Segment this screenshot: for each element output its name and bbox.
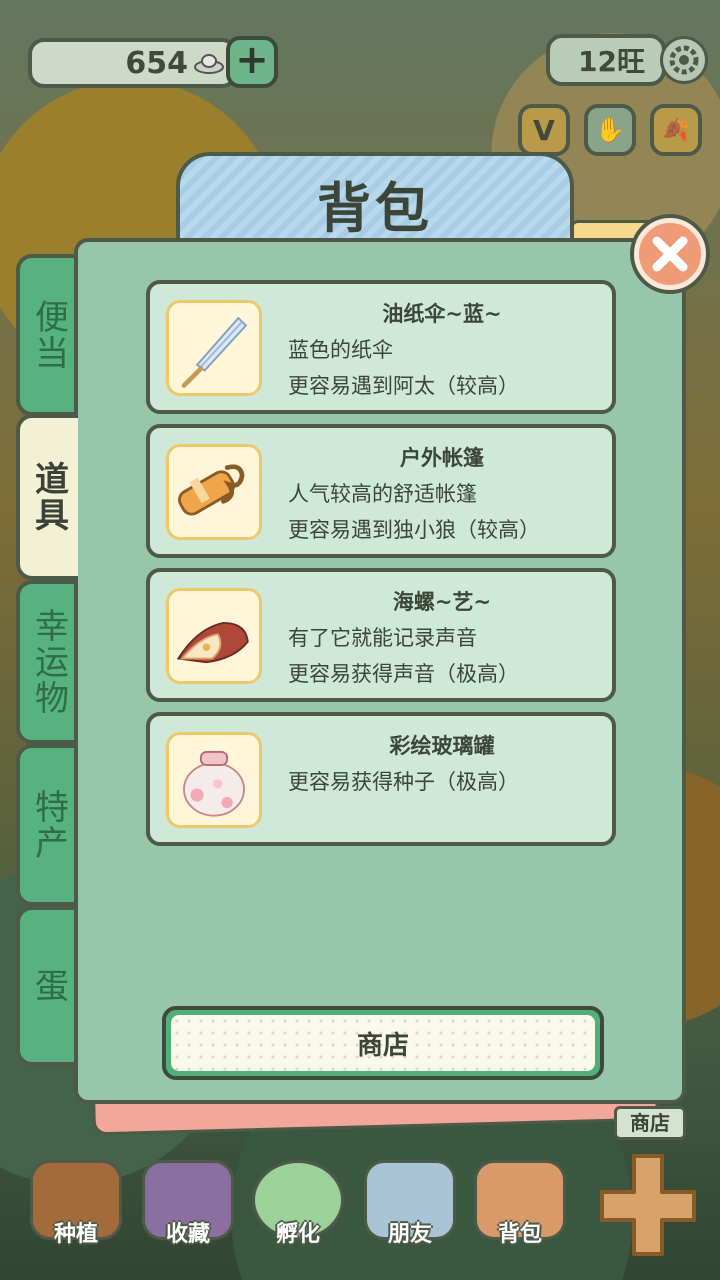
nav-backpack[interactable]: 背包 bbox=[468, 1160, 572, 1260]
vip-icon: V bbox=[533, 113, 555, 147]
add-coins-button[interactable]: + bbox=[226, 36, 278, 88]
silver-ingot-icon bbox=[194, 54, 224, 74]
item-description: 人气较高的舒适帐篷 bbox=[288, 482, 477, 506]
tab-bento[interactable]: 便当 bbox=[16, 254, 78, 416]
nav-label: 孵化 bbox=[275, 1222, 320, 1247]
hand-icon: ✋ bbox=[595, 116, 625, 144]
gear-icon bbox=[669, 45, 699, 75]
item-name: 海螺~艺~ bbox=[392, 590, 492, 614]
hand-button[interactable]: ✋ bbox=[584, 104, 636, 156]
item-thumbnail bbox=[166, 300, 262, 396]
nav-label: 背包 bbox=[497, 1222, 542, 1247]
vip-button[interactable]: V bbox=[518, 104, 570, 156]
tab-label: 便当 bbox=[28, 299, 69, 371]
item-effect: 更容易遇到独小狼（较高） bbox=[288, 518, 540, 542]
leaf-button[interactable]: 🍂 bbox=[650, 104, 702, 156]
inventory-item[interactable]: 海螺~艺~ 有了它就能记录声音 更容易获得声音（极高） bbox=[146, 568, 616, 702]
nav-plant[interactable]: 种植 bbox=[24, 1160, 128, 1260]
nav-collection[interactable]: 收藏 bbox=[136, 1160, 240, 1260]
item-description: 有了它就能记录声音 bbox=[288, 626, 477, 650]
tab-label: 蛋 bbox=[28, 968, 69, 1004]
nav-hatch[interactable]: 孵化 bbox=[246, 1160, 350, 1260]
tab-lucky-items[interactable]: 幸运物 bbox=[16, 580, 78, 744]
item-thumbnail bbox=[166, 444, 262, 540]
tab-specialties[interactable]: 特产 bbox=[16, 744, 78, 906]
item-effect: 更容易遇到阿太（较高） bbox=[288, 374, 519, 398]
nav-label: 朋友 bbox=[387, 1222, 432, 1247]
close-icon bbox=[652, 236, 688, 272]
wang-value: 12旺 bbox=[578, 45, 645, 78]
item-name: 彩绘玻璃罐 bbox=[389, 734, 495, 758]
settings-button[interactable] bbox=[660, 36, 708, 84]
item-effect: 更容易获得种子（极高） bbox=[288, 770, 519, 794]
tab-items[interactable]: 道具 bbox=[16, 414, 78, 580]
item-effect: 更容易获得声音（极高） bbox=[288, 662, 519, 686]
expand-menu-button[interactable] bbox=[596, 1150, 700, 1260]
tab-label: 特产 bbox=[28, 789, 69, 861]
inventory-item[interactable]: 彩绘玻璃罐 更容易获得种子（极高） bbox=[146, 712, 616, 846]
inventory-item[interactable]: 户外帐篷 人气较高的舒适帐篷 更容易遇到独小狼（较高） bbox=[146, 424, 616, 558]
nav-friends[interactable]: 朋友 bbox=[358, 1160, 462, 1260]
shop-button[interactable]: 商店 bbox=[162, 1006, 604, 1080]
coin-value: 654 bbox=[125, 45, 188, 81]
paper-umbrella-icon bbox=[181, 316, 248, 388]
coin-counter: 654 bbox=[28, 38, 238, 88]
shop-button-label: 商店 bbox=[171, 1015, 595, 1071]
painted-jar-icon bbox=[183, 750, 245, 817]
close-button[interactable] bbox=[634, 218, 706, 290]
item-description: 蓝色的纸伞 bbox=[288, 338, 393, 362]
item-thumbnail bbox=[166, 732, 262, 828]
page-title: 背包 bbox=[317, 177, 433, 240]
nav-label: 收藏 bbox=[165, 1222, 210, 1247]
item-thumbnail bbox=[166, 588, 262, 684]
inventory-item[interactable]: 油纸伞~蓝~ 蓝色的纸伞 更容易遇到阿太（较高） bbox=[146, 280, 616, 414]
tab-eggs[interactable]: 蛋 bbox=[16, 906, 78, 1066]
leaf-icon: 🍂 bbox=[662, 117, 690, 143]
shop-badge[interactable]: 商店 bbox=[614, 1106, 686, 1140]
item-name: 油纸伞~蓝~ bbox=[382, 302, 502, 326]
nav-label: 种植 bbox=[53, 1222, 98, 1247]
tab-label: 道具 bbox=[28, 461, 69, 533]
tab-label: 幸运物 bbox=[28, 608, 69, 716]
wang-counter: 12旺 bbox=[546, 34, 666, 86]
conch-shell-icon bbox=[176, 621, 249, 664]
item-name: 户外帐篷 bbox=[400, 446, 484, 470]
tent-roll-icon bbox=[178, 464, 245, 516]
